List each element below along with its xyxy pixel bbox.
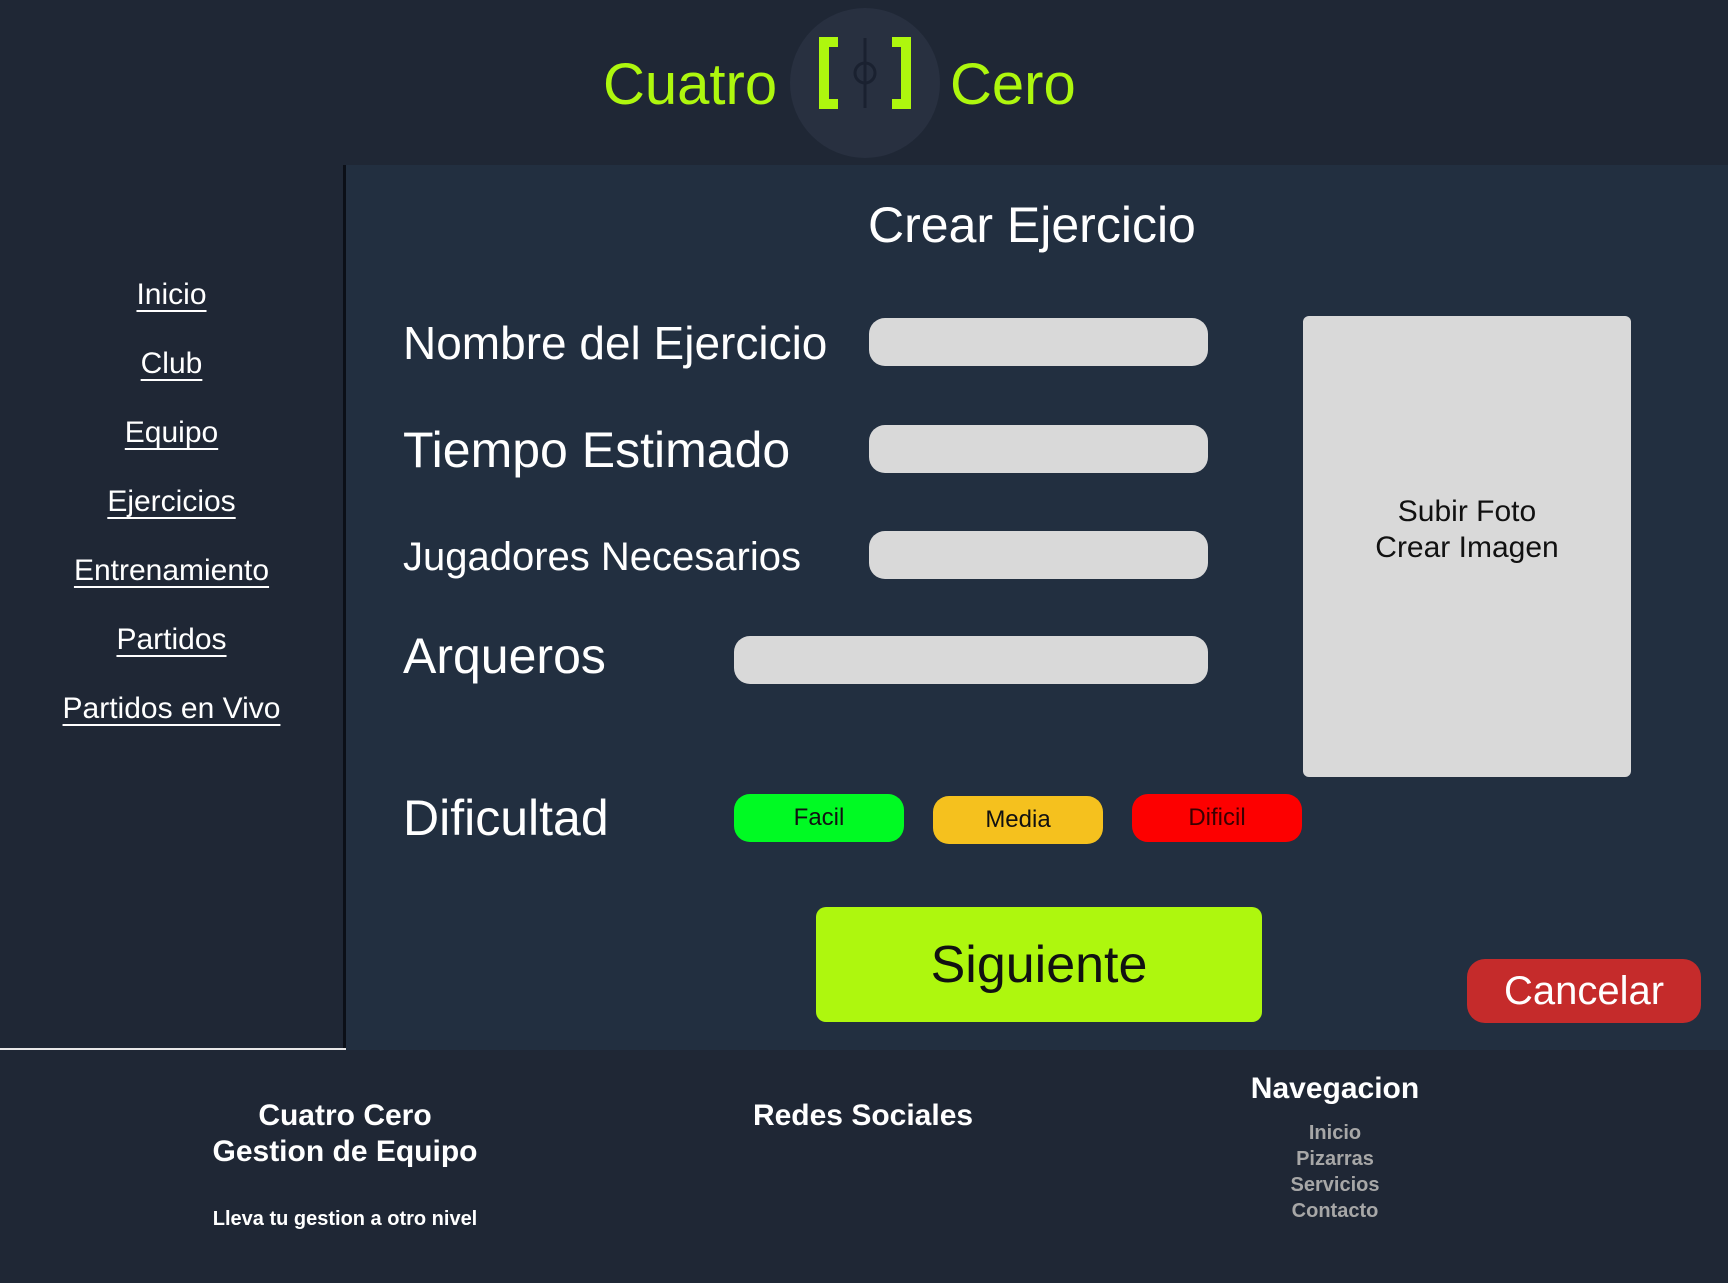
footer-nav-title: Navegacion	[1250, 1072, 1420, 1105]
footer-link-inicio[interactable]: Inicio	[1210, 1120, 1460, 1146]
arqueros-input[interactable]	[734, 636, 1208, 684]
sidebar-item-inicio[interactable]: Inicio	[0, 275, 343, 315]
upload-photo-label: Subir Foto	[1397, 495, 1537, 528]
footer-tagline: Lleva tu gestion a otro nivel	[212, 1208, 478, 1230]
jugadores-label: Jugadores Necesarios	[403, 535, 801, 579]
page-title: Crear Ejercicio	[868, 197, 1196, 253]
dificultad-label: Dificultad	[403, 790, 609, 846]
sidebar-item-partidos[interactable]: Partidos	[0, 620, 343, 660]
footer-link-contacto[interactable]: Contacto	[1210, 1198, 1460, 1224]
brand-name-left: Cuatro	[603, 52, 778, 117]
sidebar-item-ejercicios[interactable]: Ejercicios	[0, 482, 343, 522]
footer-social-title: Redes Sociales	[752, 1099, 974, 1132]
cancel-button[interactable]: Cancelar	[1467, 959, 1701, 1023]
brand-name-right: Cero	[950, 52, 1076, 117]
next-button[interactable]: Siguiente	[816, 907, 1262, 1022]
sidebar-item-partidos-en-vivo[interactable]: Partidos en Vivo	[0, 689, 343, 729]
footer-link-servicios[interactable]: Servicios	[1210, 1172, 1460, 1198]
difficulty-media-button[interactable]: Media	[933, 796, 1103, 844]
sidebar-item-equipo[interactable]: Equipo	[0, 413, 343, 453]
difficulty-dificil-button[interactable]: Dificil	[1132, 794, 1302, 842]
footer-brand-line2: Gestion de Equipo	[212, 1135, 478, 1168]
header: Cuatro Cero	[0, 0, 1728, 165]
sidebar: Inicio Club Equipo Ejercicios Entrenamie…	[0, 165, 346, 1050]
logo[interactable]	[790, 8, 940, 158]
nombre-label: Nombre del Ejercicio	[403, 317, 828, 369]
arqueros-label: Arqueros	[403, 628, 606, 684]
tiempo-input[interactable]	[869, 425, 1208, 473]
sidebar-item-entrenamiento[interactable]: Entrenamiento	[0, 551, 343, 591]
field-bracket-logo-icon	[819, 37, 911, 109]
footer-brand-line1: Cuatro Cero	[258, 1099, 432, 1132]
jugadores-input[interactable]	[869, 531, 1208, 579]
nombre-input[interactable]	[869, 318, 1208, 366]
footer-link-pizarras[interactable]: Pizarras	[1210, 1146, 1460, 1172]
sidebar-item-club[interactable]: Club	[0, 344, 343, 384]
upload-photo-box[interactable]: Subir Foto Crear Imagen	[1303, 316, 1631, 777]
tiempo-label: Tiempo Estimado	[403, 422, 791, 478]
difficulty-facil-button[interactable]: Facil	[734, 794, 904, 842]
footer: Cuatro Cero Gestion de Equipo Lleva tu g…	[0, 1050, 1728, 1283]
create-image-label: Crear Imagen	[1375, 531, 1559, 564]
